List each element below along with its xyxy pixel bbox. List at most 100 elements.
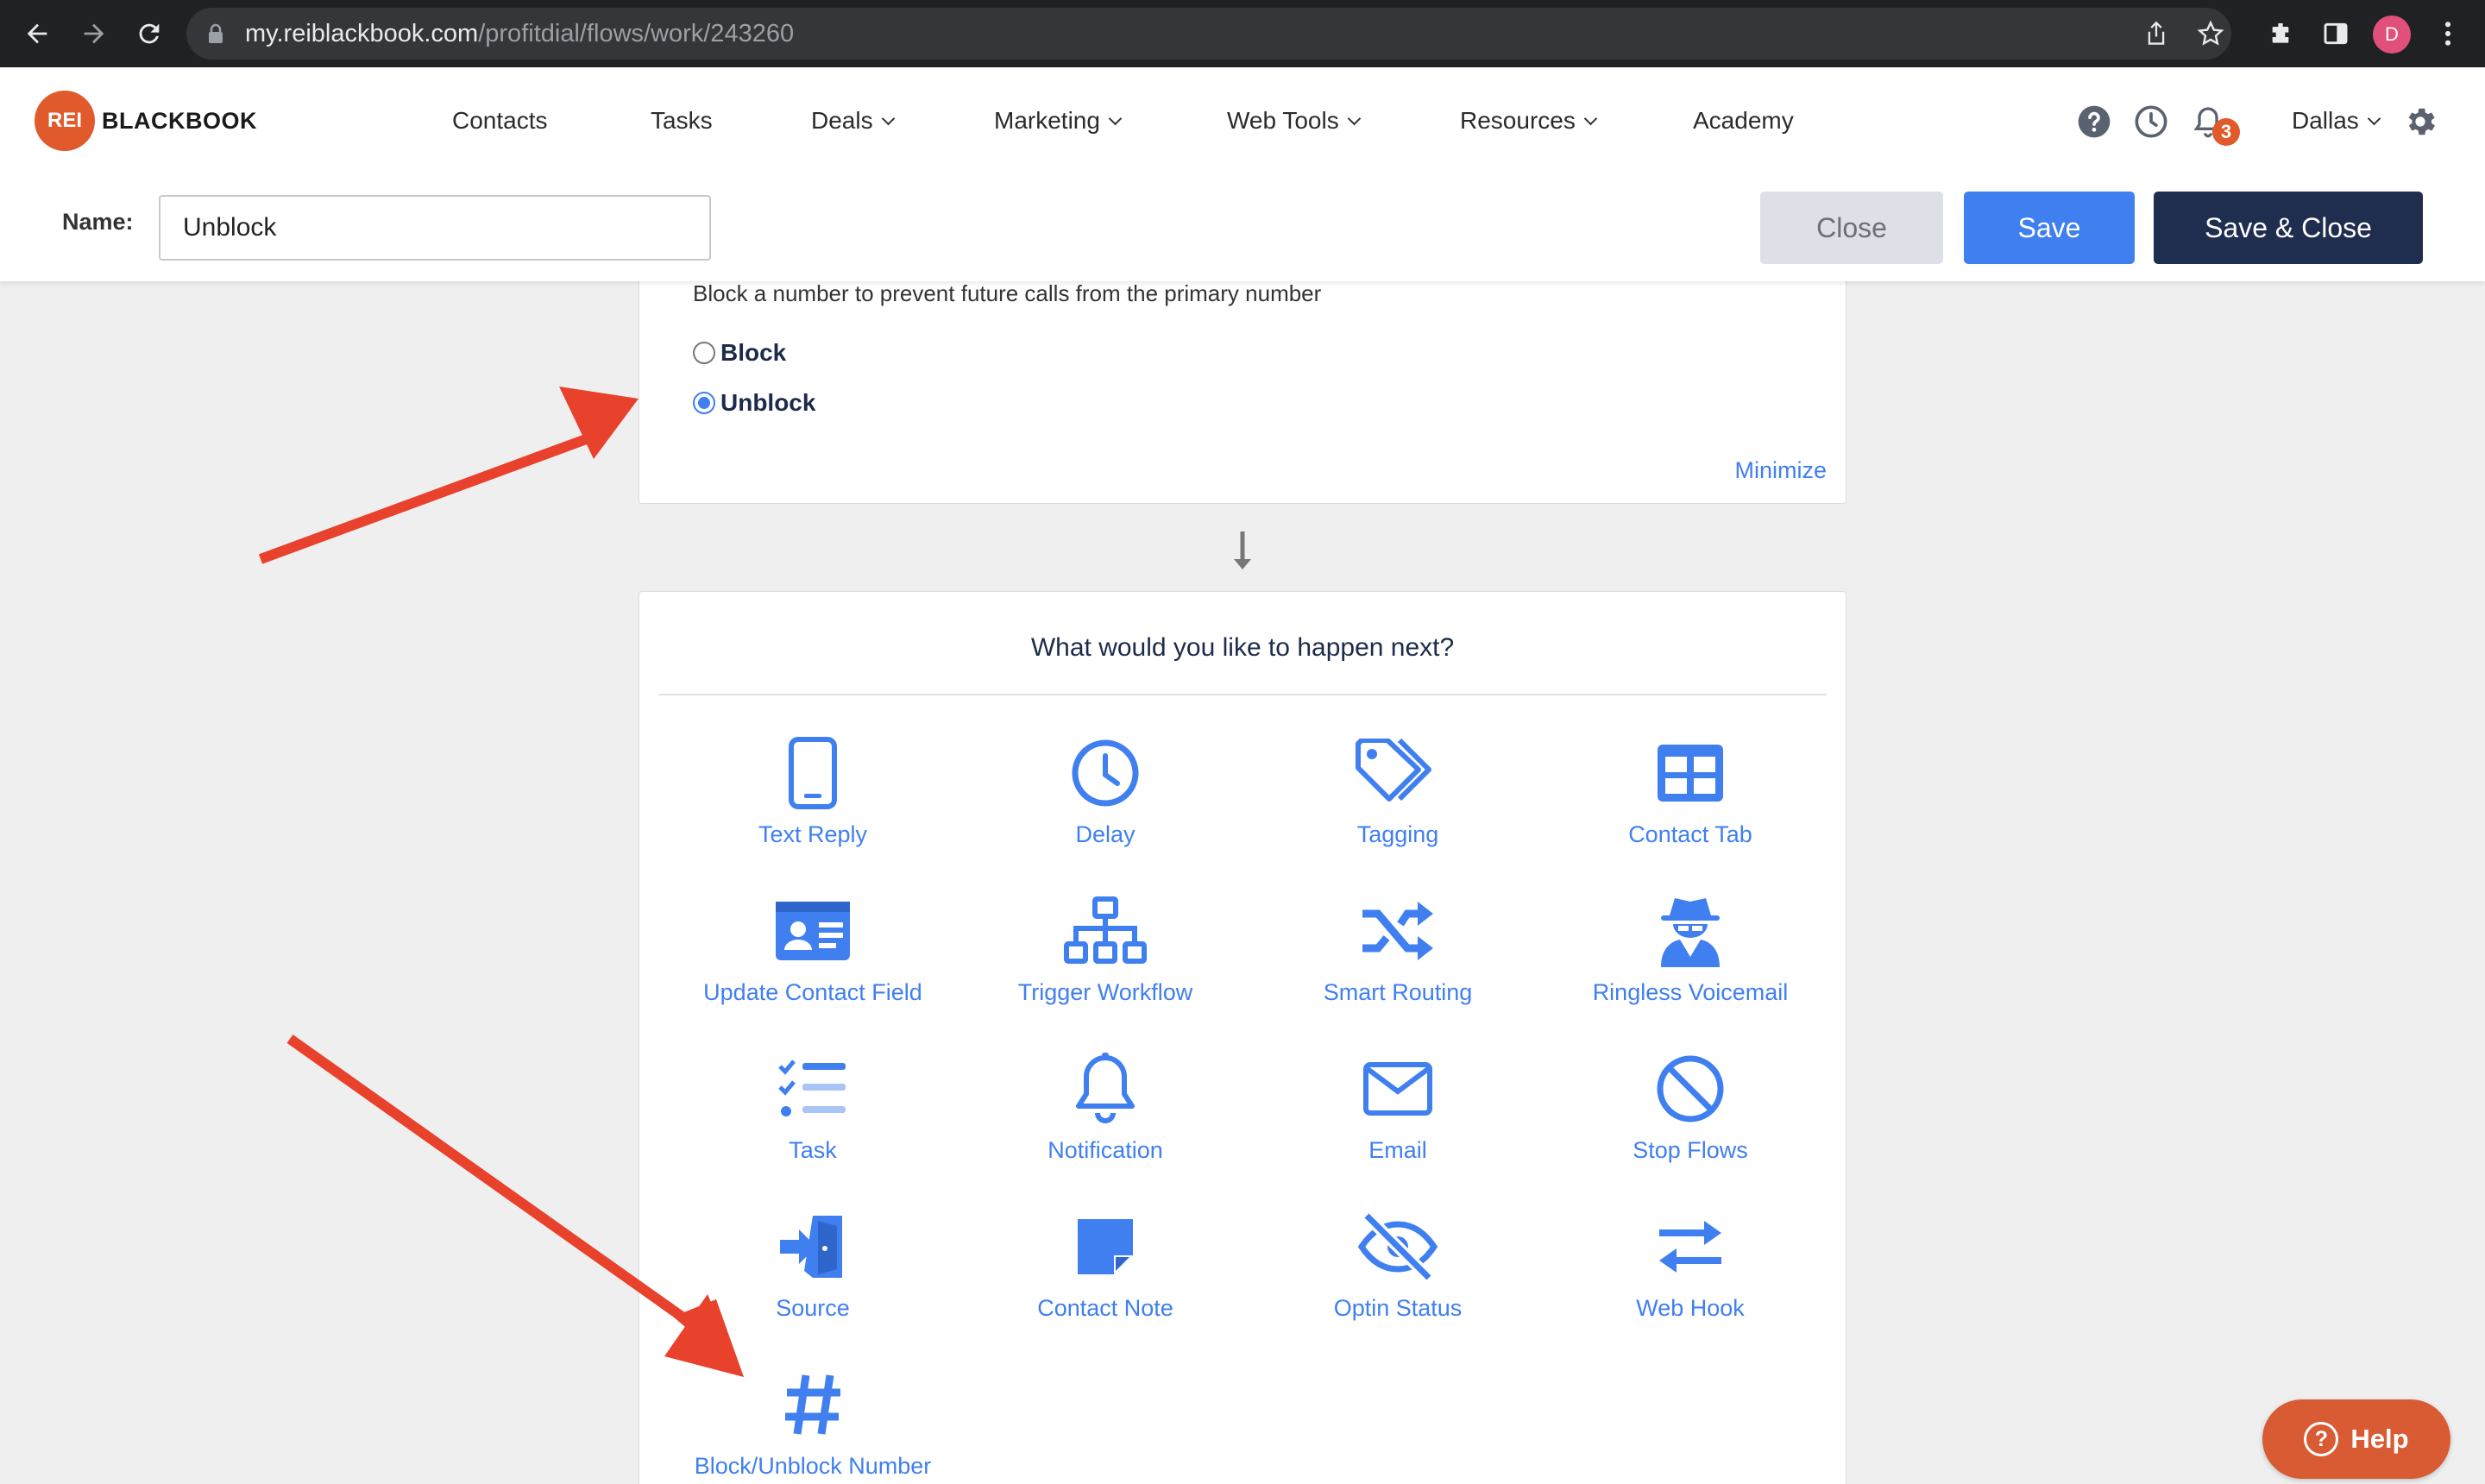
action-task[interactable]: Task: [666, 1046, 959, 1192]
close-button[interactable]: Close: [1760, 192, 1943, 264]
action-label: Notification: [1047, 1137, 1163, 1163]
checklist-icon: [770, 1046, 856, 1132]
next-action-heading: What would you like to happen next?: [1030, 633, 1455, 662]
action-label: Block/Unblock Number: [694, 1453, 932, 1479]
nav-marketing[interactable]: Marketing: [994, 67, 1123, 174]
exchange-icon: [1647, 1204, 1733, 1290]
save-button[interactable]: Save: [1964, 192, 2135, 264]
help-button[interactable]: ? Help: [2262, 1399, 2450, 1479]
chevron-down-icon: [1583, 111, 1598, 126]
action-text-reply[interactable]: Text Reply: [666, 730, 959, 877]
block-number-step-card: Block a number to prevent future calls f…: [639, 259, 1846, 504]
action-label: Trigger Workflow: [1017, 979, 1193, 1005]
notification-badge: 3: [2212, 118, 2240, 146]
user-secret-icon: [1647, 888, 1733, 974]
logo[interactable]: REI BLACKBOOK: [35, 91, 257, 151]
forward-icon[interactable]: [72, 12, 116, 55]
block-radio-label[interactable]: Block: [720, 339, 786, 367]
side-panel-icon[interactable]: [2316, 14, 2356, 53]
flow-name-bar: Name: Close Save Save & Close: [0, 174, 2485, 281]
action-label: Task: [789, 1137, 837, 1163]
bookmark-star-icon[interactable]: [2194, 17, 2227, 50]
action-label: Smart Routing: [1323, 979, 1473, 1005]
eye-slash-icon: [1355, 1204, 1441, 1290]
more-menu-icon[interactable]: [2428, 14, 2468, 53]
address-bar[interactable]: my.reiblackbook.com/profitdial/flows/wor…: [186, 8, 2231, 60]
annotation-arrow-to-unblock: [258, 387, 639, 564]
action-label: Contact Tab: [1628, 821, 1752, 847]
action-notification[interactable]: Notification: [959, 1046, 1252, 1192]
unblock-radio[interactable]: [693, 392, 715, 414]
action-label: Source: [776, 1295, 850, 1321]
browser-toolbar: my.reiblackbook.com/profitdial/flows/wor…: [0, 0, 2485, 67]
nav-deals[interactable]: Deals: [811, 67, 895, 174]
bell-icon: [1062, 1046, 1148, 1132]
action-label: Email: [1368, 1137, 1427, 1163]
phone-icon: [770, 730, 856, 816]
action-label: Text Reply: [758, 821, 868, 847]
envelope-icon: [1355, 1046, 1441, 1132]
chevron-down-icon: [881, 111, 895, 126]
user-menu[interactable]: Dallas: [2292, 67, 2381, 174]
action-block-unblock-number[interactable]: Block/Unblock Number: [666, 1361, 959, 1484]
lock-icon: [207, 23, 224, 48]
action-contact-tab[interactable]: Contact Tab: [1544, 730, 1837, 877]
action-update-contact-field[interactable]: Update Contact Field: [666, 888, 959, 1034]
help-label: Help: [2350, 1424, 2409, 1454]
action-label: Tagging: [1356, 821, 1439, 847]
action-tagging[interactable]: Tagging: [1251, 730, 1544, 877]
clock-icon: [1062, 730, 1148, 816]
action-trigger-workflow[interactable]: Trigger Workflow: [959, 888, 1252, 1034]
nav-web-tools[interactable]: Web Tools: [1227, 67, 1361, 174]
sign-in-icon: [770, 1204, 856, 1290]
history-clock-icon[interactable]: [2131, 102, 2171, 141]
flow-connector-arrow-icon: [1230, 530, 1255, 577]
flow-name-input[interactable]: [159, 195, 711, 261]
sitemap-icon: [1062, 888, 1148, 974]
action-web-hook[interactable]: Web Hook: [1544, 1204, 1837, 1350]
step-description: Block a number to prevent future calls f…: [693, 280, 1322, 306]
action-label: Ringless Voicemail: [1592, 979, 1789, 1005]
chevron-down-icon: [1108, 111, 1123, 126]
profile-avatar[interactable]: D: [2373, 16, 2411, 53]
action-email[interactable]: Email: [1251, 1046, 1544, 1192]
nav-resources[interactable]: Resources: [1460, 67, 1598, 174]
nav-academy[interactable]: Academy: [1693, 67, 1794, 174]
unblock-radio-option[interactable]: Unblock: [693, 386, 815, 420]
nav-tasks[interactable]: Tasks: [651, 67, 713, 174]
extensions-icon[interactable]: [2261, 14, 2300, 53]
action-contact-note[interactable]: Contact Note: [959, 1204, 1252, 1350]
reload-icon[interactable]: [128, 12, 171, 55]
id-card-icon: [770, 888, 856, 974]
action-ringless-voicemail[interactable]: Ringless Voicemail: [1544, 888, 1837, 1034]
logo-text: BLACKBOOK: [102, 107, 257, 134]
unblock-radio-label[interactable]: Unblock: [720, 389, 815, 417]
save-and-close-button[interactable]: Save & Close: [2154, 192, 2423, 264]
action-source[interactable]: Source: [666, 1204, 959, 1350]
action-label: Contact Note: [1037, 1295, 1173, 1321]
shuffle-icon: [1355, 888, 1441, 974]
settings-gear-icon[interactable]: [2400, 102, 2440, 141]
block-radio[interactable]: [693, 342, 715, 364]
name-label: Name:: [62, 209, 134, 235]
chevron-down-icon: [2367, 111, 2381, 126]
chevron-down-icon: [1347, 111, 1361, 126]
help-circle-icon[interactable]: [2074, 102, 2114, 141]
hashtag-icon: [770, 1361, 856, 1448]
block-radio-option[interactable]: Block: [693, 336, 786, 370]
url-text: my.reiblackbook.com/profitdial/flows/wor…: [245, 20, 795, 47]
divider: [658, 694, 1827, 695]
action-stop-flows[interactable]: Stop Flows: [1544, 1046, 1837, 1192]
next-action-card: What would you like to happen next? Text…: [639, 591, 1846, 1484]
action-smart-routing[interactable]: Smart Routing: [1251, 888, 1544, 1034]
tags-icon: [1355, 730, 1441, 816]
back-icon[interactable]: [16, 12, 59, 55]
action-label: Update Contact Field: [703, 979, 922, 1005]
nav-contacts[interactable]: Contacts: [452, 67, 548, 174]
minimize-link[interactable]: Minimize: [1734, 457, 1827, 484]
action-label: Stop Flows: [1633, 1137, 1748, 1163]
action-delay[interactable]: Delay: [959, 730, 1252, 877]
ban-icon: [1647, 1046, 1733, 1132]
share-icon[interactable]: [2140, 17, 2173, 50]
action-optin-status[interactable]: Optin Status: [1251, 1204, 1544, 1350]
